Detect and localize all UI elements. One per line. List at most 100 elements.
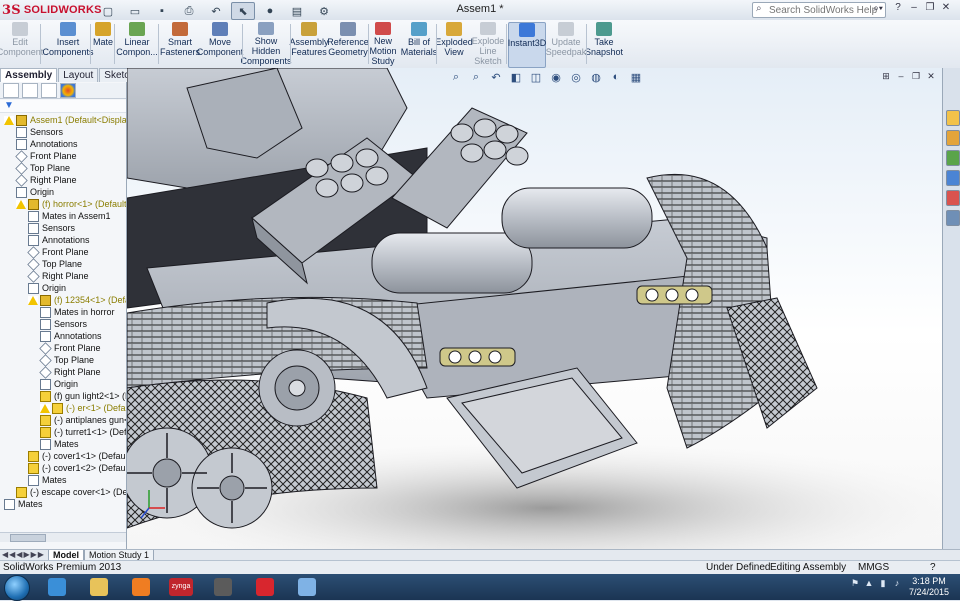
- start-button[interactable]: [4, 575, 30, 601]
- ribbon-button-motion-study[interactable]: New Motion Study: [370, 22, 397, 66]
- tree-node[interactable]: Mates in horror: [40, 306, 115, 318]
- tree-node[interactable]: Front Plane: [15, 149, 77, 163]
- save-icon[interactable]: ▪: [150, 2, 174, 20]
- taskbar-clock[interactable]: 3:18 PM 7/24/2015: [904, 576, 954, 598]
- tab-navigation-arrows[interactable]: ◀◀◀▶▶▶: [2, 550, 45, 559]
- ribbon-button-assembly-features[interactable]: Assembly Features: [290, 22, 329, 66]
- ribbon-button-snapshot[interactable]: Take Snapshot: [585, 22, 623, 66]
- tray-volume-icon[interactable]: ♪: [892, 578, 902, 590]
- ribbon-button-insert-components[interactable]: Insert Components: [42, 22, 94, 66]
- internet-explorer-icon[interactable]: [40, 575, 74, 599]
- zynga-icon[interactable]: zynga: [164, 575, 198, 599]
- view-orientation-icon[interactable]: ◫: [529, 71, 543, 84]
- minimize-icon[interactable]: –: [908, 2, 920, 16]
- tank-model-viewport[interactable]: [127, 68, 942, 549]
- game-icon[interactable]: [206, 575, 240, 599]
- tree-node[interactable]: Mates in Assem1: [28, 210, 111, 222]
- new-document-icon[interactable]: ▢: [96, 2, 120, 20]
- tree-node[interactable]: Assem1 (Default<Display St: [4, 114, 126, 126]
- tree-node[interactable]: Right Plane: [15, 173, 77, 187]
- solidworks-resources-icon[interactable]: [946, 110, 960, 126]
- configuration-manager-tab-icon[interactable]: [41, 83, 57, 98]
- tab-layout[interactable]: Layout: [58, 68, 99, 82]
- tree-node[interactable]: (-) turret1<1> (Defaul: [40, 426, 126, 438]
- search-dropdown-icon[interactable]: ⌕▾: [873, 3, 883, 14]
- tree-node[interactable]: Sensors: [16, 126, 63, 138]
- viewport-minimize-icon[interactable]: –: [896, 71, 906, 82]
- property-manager-tab-icon[interactable]: [22, 83, 38, 98]
- ribbon-button-reference-geometry[interactable]: Reference Geometry: [327, 22, 369, 66]
- viewport-restore-icon[interactable]: ❐: [911, 71, 921, 82]
- tree-node[interactable]: Mates: [4, 498, 43, 510]
- help-icon[interactable]: ?: [892, 2, 904, 16]
- filter-icon[interactable]: ▼: [4, 100, 14, 111]
- tree-node[interactable]: Mates: [40, 438, 79, 450]
- ribbon-button-show-hidden[interactable]: Show Hidden Components: [240, 22, 292, 66]
- viewport-close-icon[interactable]: ✕: [926, 71, 936, 82]
- paint-icon[interactable]: [290, 575, 324, 599]
- view-palette-icon[interactable]: [946, 170, 960, 186]
- help-status-icon[interactable]: ?: [930, 561, 936, 575]
- file-properties-icon[interactable]: ▤: [285, 2, 309, 20]
- previous-view-icon[interactable]: ↶: [489, 71, 503, 84]
- media-player-icon[interactable]: [124, 575, 158, 599]
- tree-node[interactable]: (f) 12354<1> (Default: [28, 294, 126, 306]
- ribbon-button-speedpak[interactable]: Update Speedpak: [546, 22, 586, 66]
- tree-node[interactable]: Annotations: [40, 330, 102, 342]
- tree-node[interactable]: Right Plane: [27, 269, 89, 283]
- file-explorer-icon[interactable]: [82, 575, 116, 599]
- tree-node[interactable]: Annotations: [28, 234, 90, 246]
- help-search-input[interactable]: [753, 3, 881, 17]
- ribbon-button-smart-fasteners[interactable]: Smart Fasteners: [160, 22, 200, 66]
- tray-arrow-icon[interactable]: ▲: [864, 578, 874, 590]
- edit-appearance-icon[interactable]: ◍: [589, 71, 603, 84]
- ribbon-button-instant3d[interactable]: Instant3D: [508, 22, 546, 68]
- tree-filter-row[interactable]: ▼: [0, 100, 126, 113]
- tray-network-icon[interactable]: ▮: [878, 578, 888, 590]
- tree-node[interactable]: Origin: [40, 378, 78, 390]
- ribbon-button-edit-component[interactable]: Edit Component: [0, 22, 43, 66]
- tree-node[interactable]: Sensors: [40, 318, 87, 330]
- zoom-to-fit-icon[interactable]: ⌕: [449, 71, 463, 84]
- tree-node[interactable]: Right Plane: [39, 365, 101, 379]
- display-manager-tab-icon[interactable]: [60, 83, 76, 98]
- tree-node[interactable]: (-) escape cover<1> (Defau: [16, 486, 126, 498]
- tree-node[interactable]: (f) gun light2<1> (D: [40, 390, 126, 402]
- close-icon[interactable]: ✕: [940, 2, 952, 16]
- select-icon[interactable]: ⬉: [231, 2, 255, 20]
- tree-node[interactable]: (-) cover1<2> (Default-: [28, 462, 126, 474]
- tree-node[interactable]: Origin: [16, 186, 54, 198]
- custom-properties-icon[interactable]: [946, 210, 960, 226]
- tree-node[interactable]: Sensors: [28, 222, 75, 234]
- hide-show-items-icon[interactable]: ◎: [569, 71, 583, 84]
- solidworks-logo[interactable]: 3S SOLIDWORKS: [2, 2, 102, 18]
- tree-node[interactable]: Origin: [28, 282, 66, 294]
- tray-flag-icon[interactable]: ⚑: [850, 578, 860, 590]
- help-search-box[interactable]: ⌕ ⌕▾: [752, 2, 886, 18]
- file-explorer-pane-icon[interactable]: [946, 150, 960, 166]
- tree-node[interactable]: Front Plane: [27, 245, 89, 259]
- zoom-to-area-icon[interactable]: ⌕: [469, 71, 483, 84]
- ribbon-button-exploded-view[interactable]: Exploded View: [435, 22, 473, 66]
- tree-node[interactable]: (-) cover1<1> (Default-: [28, 450, 126, 462]
- scrollbar-thumb[interactable]: [10, 534, 46, 542]
- tree-node[interactable]: Top Plane: [39, 353, 94, 367]
- tree-node[interactable]: (-) er<1> (Default: [40, 402, 126, 414]
- ribbon-button-move-component[interactable]: Move Component: [197, 22, 243, 66]
- undo-icon[interactable]: ↶: [204, 2, 228, 20]
- print-icon[interactable]: ⎙: [177, 2, 201, 20]
- section-view-icon[interactable]: ◧: [509, 71, 523, 84]
- tree-node[interactable]: (f) horror<1> (Default<D: [16, 198, 126, 210]
- viewport-split-icon[interactable]: ⊞: [881, 71, 891, 82]
- tree-node[interactable]: Annotations: [16, 138, 78, 150]
- design-library-icon[interactable]: [946, 130, 960, 146]
- graphics-area[interactable]: ⌕ ⌕ ↶ ◧ ◫ ◉ ◎ ◍ ◐ ▦ ⊞ – ❐ ✕: [127, 68, 942, 549]
- feature-manager-tab-icon[interactable]: [3, 83, 19, 98]
- apply-scene-icon[interactable]: ◐: [609, 71, 623, 84]
- solidworks-icon[interactable]: [248, 575, 282, 599]
- tab-assembly[interactable]: Assembly: [0, 68, 58, 82]
- open-icon[interactable]: ▭: [123, 2, 147, 20]
- options-icon[interactable]: ⚙: [312, 2, 336, 20]
- units-system[interactable]: MMGS: [858, 561, 889, 575]
- tree-node[interactable]: Top Plane: [27, 257, 82, 271]
